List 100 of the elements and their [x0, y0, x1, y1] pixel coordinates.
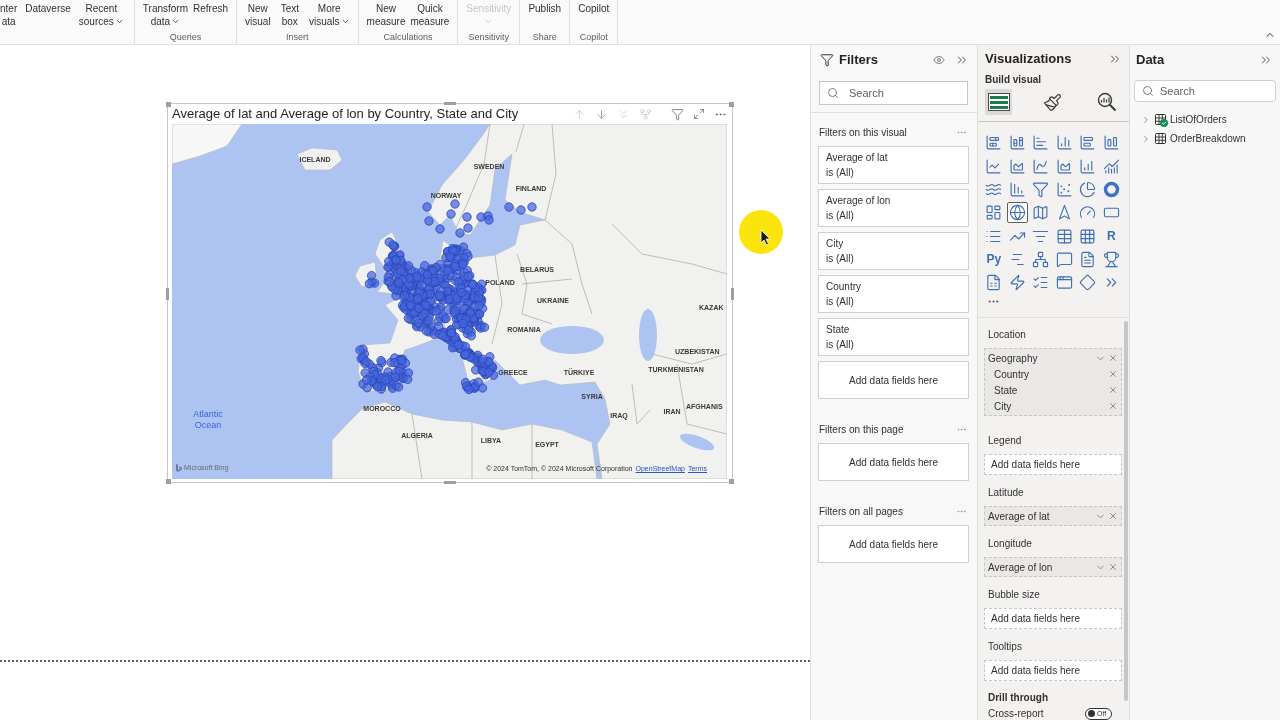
resize-handle[interactable] — [729, 479, 734, 484]
field-name[interactable]: Average of lat — [988, 508, 1050, 524]
drop-zone[interactable]: Add data fields here — [818, 361, 969, 399]
resize-handle[interactable] — [166, 288, 169, 300]
ribbon-button[interactable]: Transform data — [142, 2, 189, 28]
drop-zone[interactable]: Add data fields here — [818, 443, 969, 481]
field-name[interactable]: Country — [994, 366, 1029, 382]
pane-tab[interactable] — [985, 89, 1012, 116]
table-tree-item[interactable]: ListOfOrders — [1130, 110, 1280, 129]
resize-handle[interactable] — [444, 481, 456, 484]
ribbon-button[interactable]: nter ata — [0, 2, 18, 28]
drop-zone[interactable]: Add data fields here — [984, 454, 1122, 475]
section-title: Filters on all pages — [819, 504, 903, 519]
map-icon — [1032, 204, 1050, 222]
double-chevron-right-icon[interactable] — [1259, 53, 1273, 67]
section-title: Build visual — [985, 72, 1042, 87]
pane-title: Filters — [839, 51, 878, 70]
eye-icon[interactable] — [933, 54, 945, 66]
stacked-bar-chart-icon — [985, 134, 1003, 152]
treemap-icon — [985, 204, 1003, 222]
paintbrush-icon — [1043, 92, 1062, 112]
filter-field: Average of lon — [826, 193, 961, 208]
ribbon-button[interactable]: New visual — [245, 2, 271, 28]
field-name[interactable]: Geography — [988, 350, 1038, 366]
double-chevron-right-icon[interactable] — [955, 53, 969, 67]
group-label: Sensitivity — [467, 31, 511, 43]
section-title: Filters on this visual — [819, 125, 907, 140]
close-icon[interactable] — [1108, 385, 1118, 395]
donut-chart-icon — [1102, 181, 1120, 199]
section-title: Drill through — [988, 691, 1048, 705]
visual-title: Average of lat and Average of lon by Country, State and City — [172, 106, 519, 122]
ribbon-button[interactable]: Copilot — [578, 2, 610, 15]
ocean-label: Atlantic Ocean — [192, 409, 224, 431]
filter-card[interactable]: Country is (All) — [818, 275, 969, 313]
close-icon[interactable] — [1108, 353, 1118, 363]
field-name[interactable]: Average of lon — [988, 559, 1053, 575]
group-label: Copilot — [578, 31, 609, 43]
filter-field: Average of lat — [826, 150, 961, 165]
arrow-down-icon[interactable] — [595, 107, 608, 121]
well-label: Location — [988, 327, 1026, 342]
tree-diagram-icon — [1032, 250, 1050, 268]
bar-chart-icon — [1079, 134, 1097, 152]
filter-card[interactable]: State is (All) — [818, 318, 969, 356]
table-icon — [1155, 133, 1166, 144]
drop-zone[interactable]: Add data fields here — [818, 525, 969, 563]
visual-type-button[interactable]: Py — [983, 248, 1005, 270]
field-name[interactable]: City — [994, 398, 1012, 414]
magnifier-chart-icon — [1096, 92, 1117, 113]
drop-zone[interactable]: Add data fields here — [984, 608, 1122, 629]
close-icon[interactable] — [1108, 369, 1118, 379]
search-field[interactable]: Search — [819, 81, 968, 105]
pane-title: Data — [1136, 51, 1165, 70]
ribbon-button[interactable]: Text box — [280, 2, 299, 28]
ribbon-button[interactable]: Quick measure — [410, 2, 450, 28]
group-label: Share — [531, 31, 558, 43]
resize-handle[interactable] — [444, 102, 456, 105]
lightning-icon — [1008, 274, 1026, 292]
bar-chart-icon — [1032, 134, 1050, 152]
speech-bubble-icon — [1055, 250, 1073, 268]
resize-handle[interactable] — [729, 102, 734, 107]
group-label: Queries — [168, 31, 203, 43]
expand-arrows-icon[interactable] — [693, 108, 705, 120]
close-icon[interactable] — [1108, 401, 1118, 411]
filter-field: State — [826, 322, 961, 337]
resize-handle[interactable] — [731, 288, 734, 300]
drop-zone[interactable]: Add data fields here — [984, 660, 1122, 681]
filter-card[interactable]: Average of lat is (All) — [818, 146, 969, 184]
visual-type-button[interactable] — [1006, 202, 1028, 224]
filter-condition: is (All) — [826, 295, 855, 309]
close-icon[interactable] — [1108, 562, 1118, 572]
area-chart-icon — [1055, 157, 1073, 175]
ribbon-button[interactable]: New measure — [366, 2, 406, 28]
area-chart-icon — [1008, 157, 1026, 175]
filter-condition: is (All) — [826, 338, 855, 352]
pane-title: Visualizations — [985, 49, 1072, 68]
filter-card[interactable]: City is (All) — [818, 232, 969, 270]
ribbon-button[interactable]: Publish — [528, 2, 562, 15]
document-icon — [1079, 250, 1097, 268]
ribbon-button[interactable]: Refresh — [193, 2, 229, 15]
field-name[interactable]: State — [994, 382, 1018, 398]
spreadsheet-file-icon — [985, 274, 1003, 292]
ribbon-button[interactable]: More visuals — [308, 2, 350, 28]
ribbon-button[interactable]: Recent sources — [78, 2, 124, 28]
filter-icon — [820, 53, 834, 67]
filter-card[interactable]: Average of lon is (All) — [818, 189, 969, 227]
app-window-icon — [1055, 274, 1073, 292]
resize-handle[interactable] — [166, 102, 171, 107]
well-label: Longitude — [988, 536, 1032, 551]
table-name: ListOfOrders — [1170, 113, 1227, 127]
filter-icon[interactable] — [671, 107, 684, 121]
close-icon[interactable] — [1108, 511, 1118, 521]
search-field[interactable]: Search — [1134, 80, 1276, 102]
combo-chart-icon — [1102, 157, 1120, 175]
resize-handle[interactable] — [166, 479, 171, 484]
table-tree-item[interactable]: OrderBreakdown — [1130, 129, 1280, 148]
column-chart-icon — [1008, 181, 1026, 199]
ribbon-button[interactable]: Dataverse — [25, 2, 71, 15]
table-name: OrderBreakdown — [1170, 132, 1246, 146]
table-icon — [1055, 227, 1073, 245]
line-chart-icon — [985, 157, 1003, 175]
